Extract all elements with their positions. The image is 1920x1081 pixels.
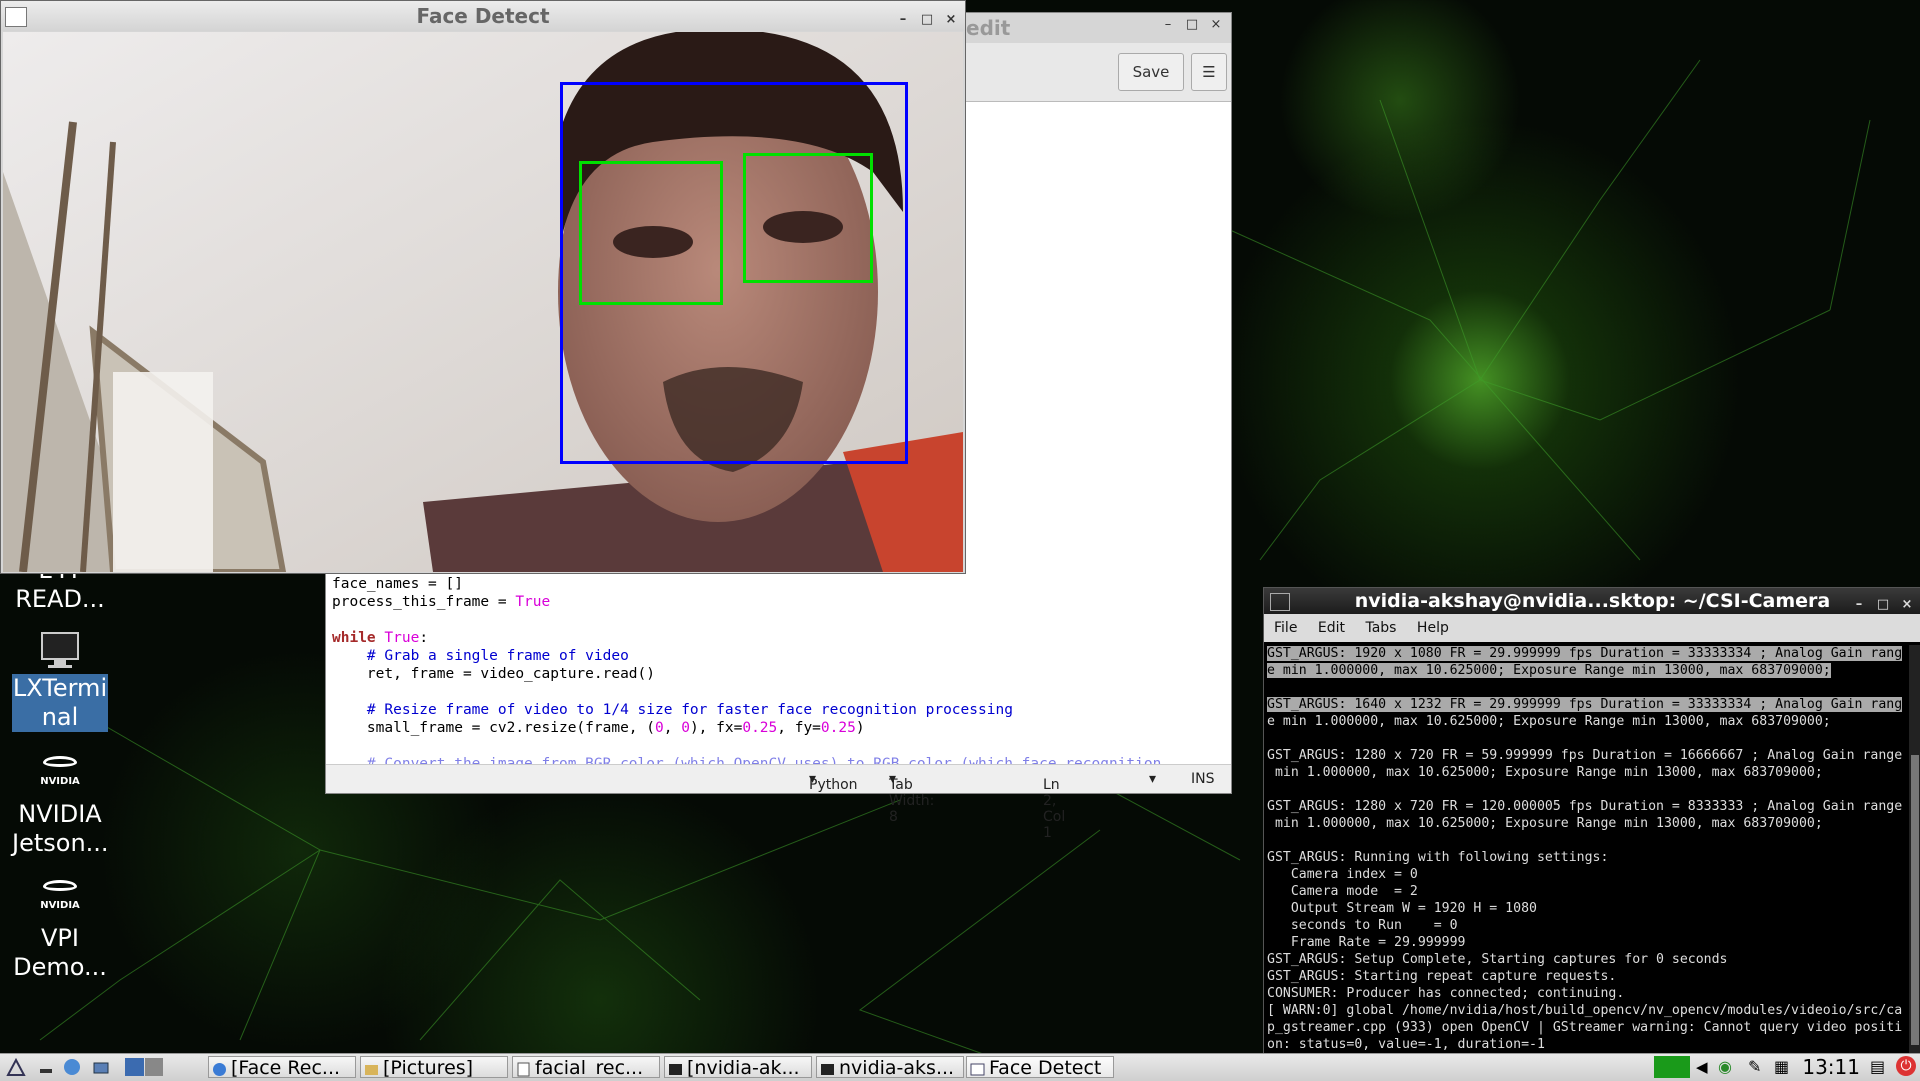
browser-icon [212, 1060, 227, 1076]
minimize-all-icon[interactable] [36, 1057, 56, 1077]
terminal-icon [820, 1060, 835, 1075]
task-nvidia-aks-2[interactable]: nvidia-aks... [816, 1056, 964, 1078]
window-icon [5, 7, 27, 27]
text-editor-icon [516, 1060, 531, 1077]
code-line: process_this_frame = True [332, 594, 551, 610]
terminal-icon [1270, 593, 1290, 611]
windows-icon[interactable] [92, 1057, 112, 1077]
terminal-scrollbar[interactable] [1909, 645, 1920, 1053]
face-window-controls: – □ × [891, 5, 963, 35]
terminal-line: GST_ARGUS: 1280 x 720 FR = 120.000005 fp… [1267, 799, 1903, 814]
window-icon [970, 1060, 985, 1076]
desktop-pager[interactable] [124, 1057, 164, 1077]
terminal-title: nvidia-akshay@nvidia...sktop: ~/CSI-Came… [1264, 588, 1920, 614]
desktop-icon-lxterminal[interactable]: LXTermi nal [12, 630, 108, 732]
terminal-line: Output Stream W = 1920 H = 1080 [1267, 901, 1537, 916]
terminal-line: Camera index = 0 [1267, 867, 1418, 882]
menu-file[interactable]: File [1274, 620, 1297, 636]
insert-mode: INS [1191, 771, 1215, 787]
gedit-statusbar: Python ▾ Tab Width: 8 ▾ Ln 2, Col 1 ▾ IN… [326, 764, 1231, 841]
terminal-output[interactable]: GST_ARGUS: 1920 x 1080 FR = 29.999999 fp… [1267, 645, 1907, 1053]
chevron-down-icon[interactable]: ▾ [1149, 771, 1156, 787]
terminal-line: GST_ARGUS: 1920 x 1080 FR = 29.999999 fp… [1267, 646, 1903, 661]
folder-icon [364, 1060, 379, 1075]
camera-frame [3, 32, 963, 572]
menu-tabs[interactable]: Tabs [1365, 620, 1396, 636]
taskbar: [Face Rec... [Pictures] facial_rec... [n… [0, 1053, 1920, 1081]
scrollbar-thumb[interactable] [1911, 755, 1919, 1045]
close-icon[interactable]: × [1895, 592, 1919, 618]
desktop-icon-vpi-demos[interactable]: NVIDIA VPI Demo... [12, 880, 108, 982]
network-icon[interactable]: ✎ [1748, 1057, 1761, 1076]
face-detect-title: Face Detect – □ × [1, 1, 965, 31]
code-line: small_frame = cv2.resize(frame, (0, 0), … [332, 720, 865, 736]
desktop-icon-label: NVIDIA Jetson... [12, 800, 109, 857]
task-face-rec[interactable]: [Face Rec... [208, 1056, 356, 1078]
task-pictures[interactable]: [Pictures] [360, 1056, 508, 1078]
maximize-icon[interactable]: □ [1180, 17, 1204, 32]
code-line: ret, frame = video_capture.read() [332, 666, 656, 682]
terminal-line: GST_ARGUS: Setup Complete, Starting capt… [1267, 952, 1728, 967]
desktop-icon-nvidia-jetson[interactable]: NVIDIA NVIDIA Jetson... [12, 756, 109, 858]
language-selector[interactable]: Python ▾ [809, 771, 858, 793]
nvidia-logo-icon: NVIDIA [38, 880, 82, 920]
face-detect-window: Face Detect – □ × [0, 0, 966, 574]
monitor-icon [38, 630, 82, 670]
menu-icon[interactable] [6, 1057, 26, 1077]
tab-width-selector[interactable]: Tab Width: 8 ▾ [889, 771, 934, 825]
desktop-icon-label: LXTermi nal [12, 674, 108, 732]
hamburger-icon[interactable]: ☰ [1191, 53, 1227, 91]
gedit-window-controls: – □ × [1156, 17, 1228, 32]
terminal-menubar: File Edit Tabs Help [1264, 614, 1920, 642]
task-nvidia-ak-1[interactable]: [nvidia-ak... [664, 1056, 812, 1078]
terminal-line: GST_ARGUS: Running with following settin… [1267, 850, 1609, 865]
terminal-line: GST_ARGUS: 1280 x 720 FR = 59.999999 fps… [1267, 748, 1903, 763]
terminal-line: min 1.000000, max 10.625000; Exposure Ra… [1267, 765, 1823, 780]
terminal-line: GST_ARGUS: 1640 x 1232 FR = 29.999999 fp… [1267, 697, 1903, 712]
terminal-line: min 1.000000, max 10.625000; Exposure Ra… [1267, 816, 1823, 831]
battery-icon[interactable]: ▤ [1870, 1057, 1885, 1076]
code-line: # Resize frame of video to 1/4 size for … [332, 702, 1013, 718]
menu-edit[interactable]: Edit [1318, 620, 1345, 636]
nvidia-tray-icon[interactable]: ◉ [1718, 1057, 1732, 1076]
terminal-line: GST_ARGUS: Starting repeat capture reque… [1267, 969, 1617, 984]
task-face-detect[interactable]: Face Detect [966, 1056, 1114, 1078]
code-line: # Grab a single frame of video [332, 648, 629, 664]
eye-detection-box [743, 153, 873, 283]
terminal-line: Camera mode = 2 [1267, 884, 1418, 899]
code-editor[interactable]: face_names = [] process_this_frame = Tru… [332, 575, 1161, 773]
clock[interactable]: 13:11 [1802, 1054, 1860, 1080]
speaker-icon[interactable]: ◀ [1696, 1058, 1708, 1076]
eye-detection-box [579, 161, 723, 305]
task-facial-rec[interactable]: facial_rec... [512, 1056, 660, 1078]
desktop-icon-label: VPI Demo... [13, 924, 107, 981]
code-line: face_names = [] [332, 576, 463, 592]
terminal-line: seconds to Run = 0 [1267, 918, 1458, 933]
maximize-icon[interactable]: □ [1871, 592, 1895, 618]
keyboard-icon[interactable]: ▦ [1774, 1057, 1789, 1076]
terminal-line: e min 1.000000, max 10.625000; Exposure … [1267, 714, 1831, 729]
nvidia-logo-icon: NVIDIA [38, 756, 82, 796]
terminal-line: p_gstreamer.cpp (933) open OpenCV | GStr… [1267, 1020, 1903, 1035]
close-icon[interactable]: × [1204, 17, 1228, 32]
minimize-icon[interactable]: – [1156, 17, 1180, 32]
save-button[interactable]: Save [1118, 53, 1184, 91]
terminal-window: nvidia-akshay@nvidia...sktop: ~/CSI-Came… [1263, 587, 1920, 1055]
terminal-line: [ WARN:0] global /home/nvidia/host/build… [1267, 1003, 1903, 1018]
terminal-line: on: status=0, value=-1, duration=-1 [1267, 1037, 1545, 1052]
file-manager-icon[interactable] [62, 1057, 82, 1077]
minimize-icon[interactable]: – [1847, 592, 1871, 618]
cpu-monitor [1654, 1056, 1690, 1078]
code-line: while True: [332, 630, 429, 646]
minimize-icon[interactable]: – [891, 5, 915, 35]
terminal-icon [668, 1060, 683, 1075]
maximize-icon[interactable]: □ [915, 5, 939, 35]
menu-help[interactable]: Help [1417, 620, 1449, 636]
close-icon[interactable]: × [939, 5, 963, 35]
terminal-line: e min 1.000000, max 10.625000; Exposure … [1267, 663, 1831, 678]
terminal-line: CONSUMER: Producer has connected; contin… [1267, 986, 1625, 1001]
terminal-window-controls: – □ × [1847, 592, 1919, 618]
power-icon[interactable]: ⏻ [1896, 1056, 1916, 1076]
terminal-line: Frame Rate = 29.999999 [1267, 935, 1466, 950]
